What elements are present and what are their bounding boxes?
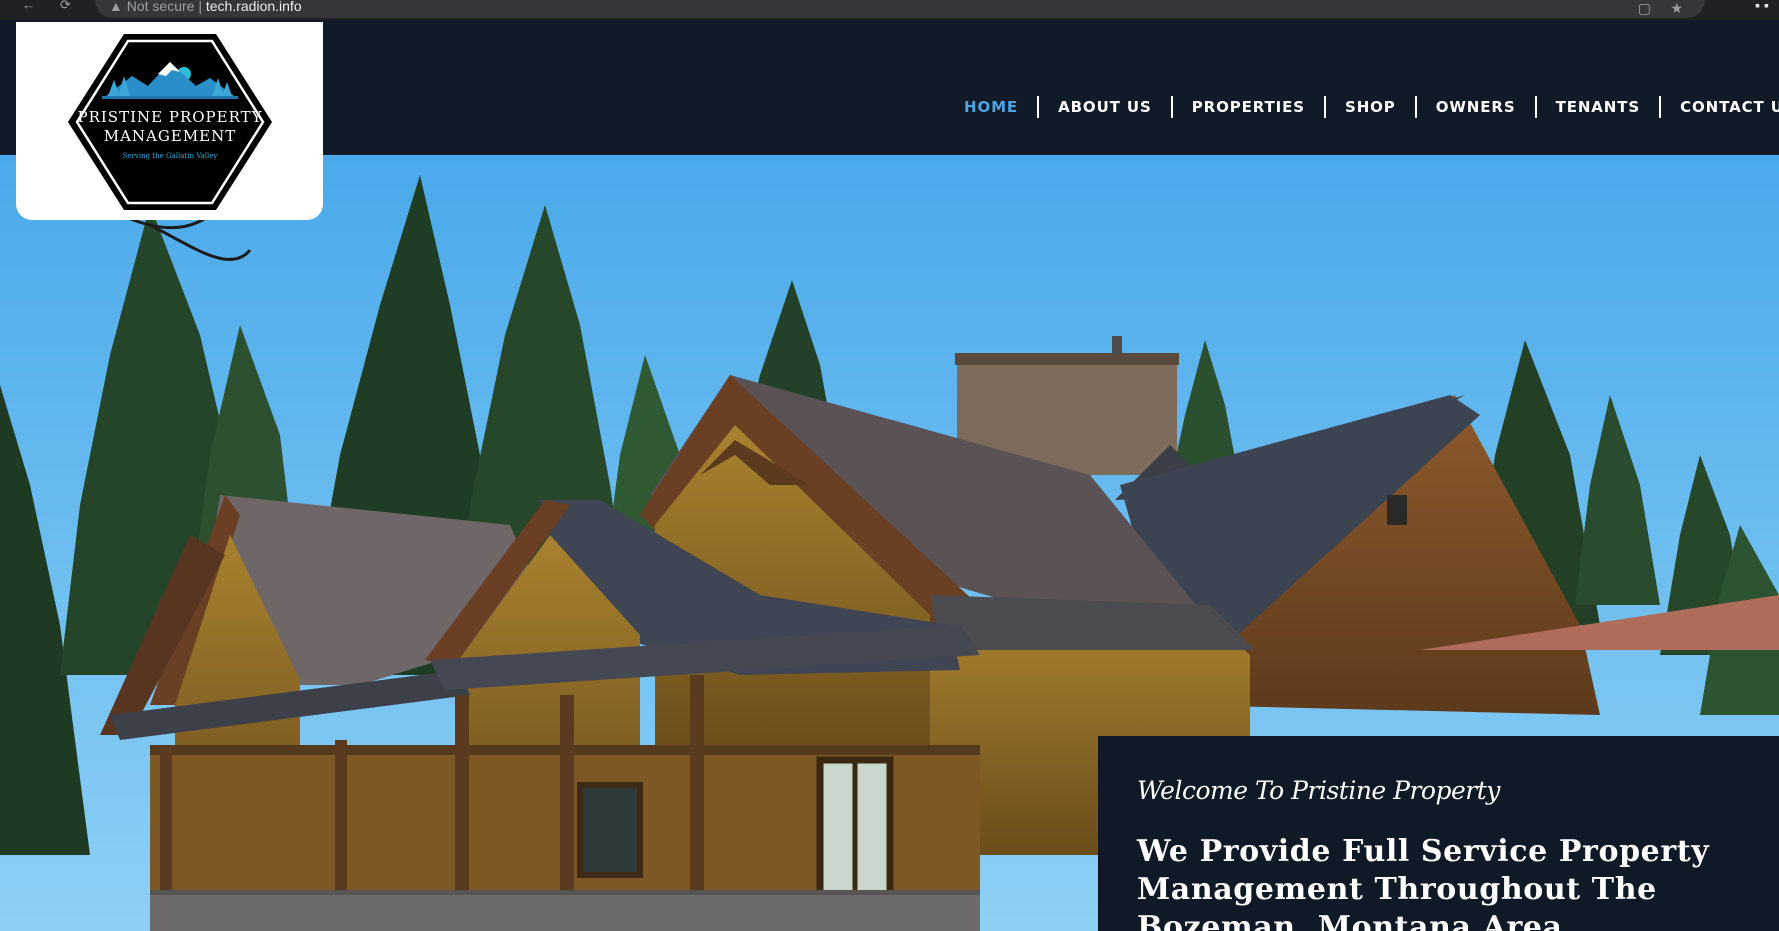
url-text: ▲ Not secure | tech.radion.info — [109, 0, 302, 14]
extensions-icon[interactable]: ▪ ▪ — [1755, 0, 1769, 12]
nav-home[interactable]: HOME — [946, 98, 1037, 116]
nav-properties[interactable]: PROPERTIES — [1173, 98, 1324, 116]
logo-emblem: PRISTINE PROPERTY MANAGEMENT Serving the… — [68, 34, 272, 210]
nav-contact-us[interactable]: CONTACT US — [1661, 98, 1779, 116]
security-label[interactable]: Not secure — [127, 0, 195, 14]
logo-line1: PRISTINE PROPERTY — [77, 108, 262, 126]
site-logo[interactable]: PRISTINE PROPERTY MANAGEMENT Serving the… — [16, 22, 323, 220]
welcome-panel: Welcome To Pristine Property We Provide … — [1098, 736, 1779, 931]
main-nav: HOME ABOUT US PROPERTIES SHOP OWNERS TEN… — [946, 90, 1779, 124]
welcome-headline: We Provide Full Service Property Managem… — [1137, 834, 1710, 931]
welcome-kicker: Welcome To Pristine Property — [1137, 776, 1500, 805]
browser-toolbar: ← ⟳ ▲ Not secure | tech.radion.info ▢ ★ … — [0, 0, 1779, 20]
not-secure-icon[interactable]: ▲ — [109, 0, 123, 14]
url-separator: | — [198, 0, 202, 14]
address-bar[interactable]: ▲ Not secure | tech.radion.info ▢ ★ — [95, 0, 1705, 18]
address-bar-icons: ▢ ★ — [1638, 0, 1683, 17]
nav-shop[interactable]: SHOP — [1326, 98, 1415, 116]
back-icon[interactable]: ← — [22, 0, 38, 14]
star-icon[interactable]: ★ — [1670, 0, 1683, 16]
logo-line2: MANAGEMENT — [104, 127, 237, 145]
nav-owners[interactable]: OWNERS — [1417, 98, 1535, 116]
url-host[interactable]: tech.radion.info — [206, 0, 302, 14]
nav-tenants[interactable]: TENANTS — [1537, 98, 1660, 116]
bookmark-icon[interactable]: ▢ — [1638, 0, 1651, 16]
nav-about-us[interactable]: ABOUT US — [1039, 98, 1171, 116]
reload-icon[interactable]: ⟳ — [60, 0, 76, 14]
logo-tagline: Serving the Gallatin Valley — [123, 152, 218, 160]
